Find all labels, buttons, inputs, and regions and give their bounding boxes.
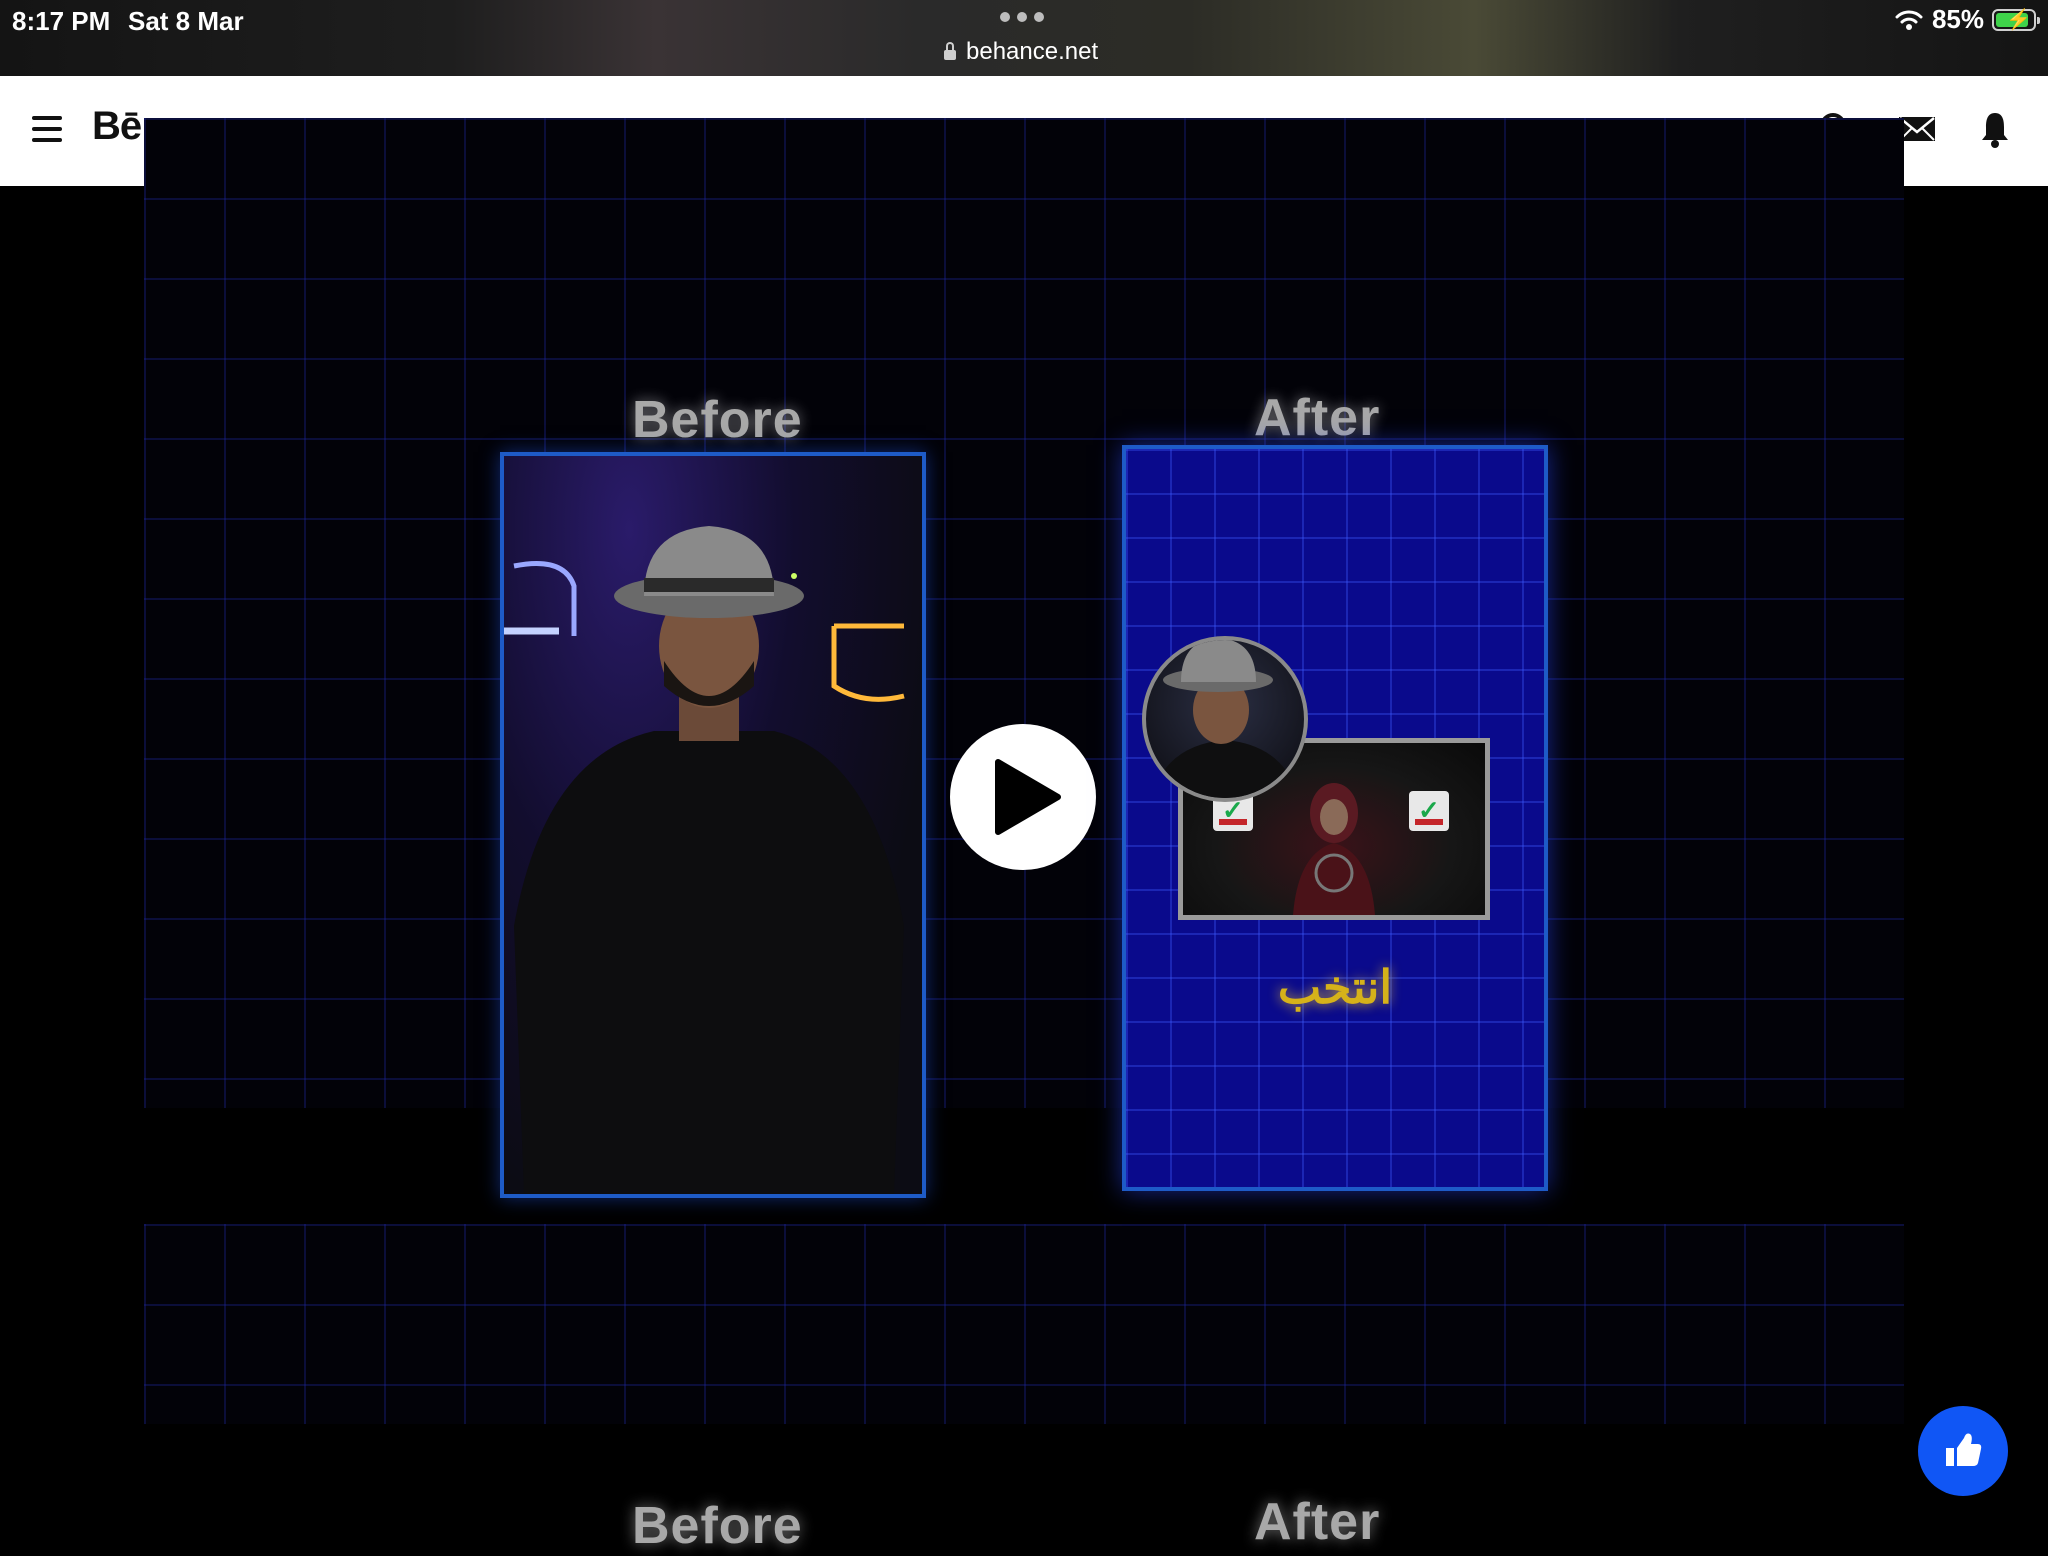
- presenter-avatar-image: [1151, 640, 1299, 798]
- project-image-module: [144, 118, 1904, 1108]
- after-label: After: [1254, 389, 1381, 447]
- wifi-icon: [1895, 10, 1923, 30]
- status-bar: 8:17 PM Sat 8 Mar behance.net 85% ⚡: [0, 0, 2048, 76]
- play-button[interactable]: [950, 724, 1096, 870]
- behance-logo[interactable]: Bē: [92, 104, 142, 149]
- url-text: behance.net: [966, 38, 1099, 65]
- status-time: 8:17 PM: [12, 6, 111, 36]
- second-after-label: After: [1254, 1493, 1381, 1551]
- battery-icon: ⚡: [1992, 8, 2040, 31]
- bell-icon[interactable]: [1980, 110, 2010, 150]
- address-bar[interactable]: behance.net: [944, 38, 1098, 66]
- lock-icon: [944, 41, 956, 60]
- thumbs-up-icon: [1946, 1433, 1982, 1466]
- menu-icon[interactable]: [32, 116, 62, 149]
- presenter-avatar: [1142, 636, 1308, 802]
- multitasking-dots-icon[interactable]: [1000, 12, 1044, 22]
- before-video-frame: [500, 452, 926, 1198]
- presenter-image: [504, 526, 905, 1194]
- status-right: 85% ⚡: [1894, 4, 2040, 35]
- play-icon: [995, 759, 1061, 835]
- battery-percentage: 85%: [1931, 4, 1984, 34]
- project-image-module-2: [144, 1224, 1904, 1424]
- second-before-label: Before: [632, 1497, 803, 1555]
- status-date: Sat 8 Mar: [128, 6, 244, 36]
- appreciate-button[interactable]: [1918, 1406, 2008, 1496]
- before-label: Before: [632, 391, 803, 449]
- after-caption: انتخب: [1277, 961, 1393, 1013]
